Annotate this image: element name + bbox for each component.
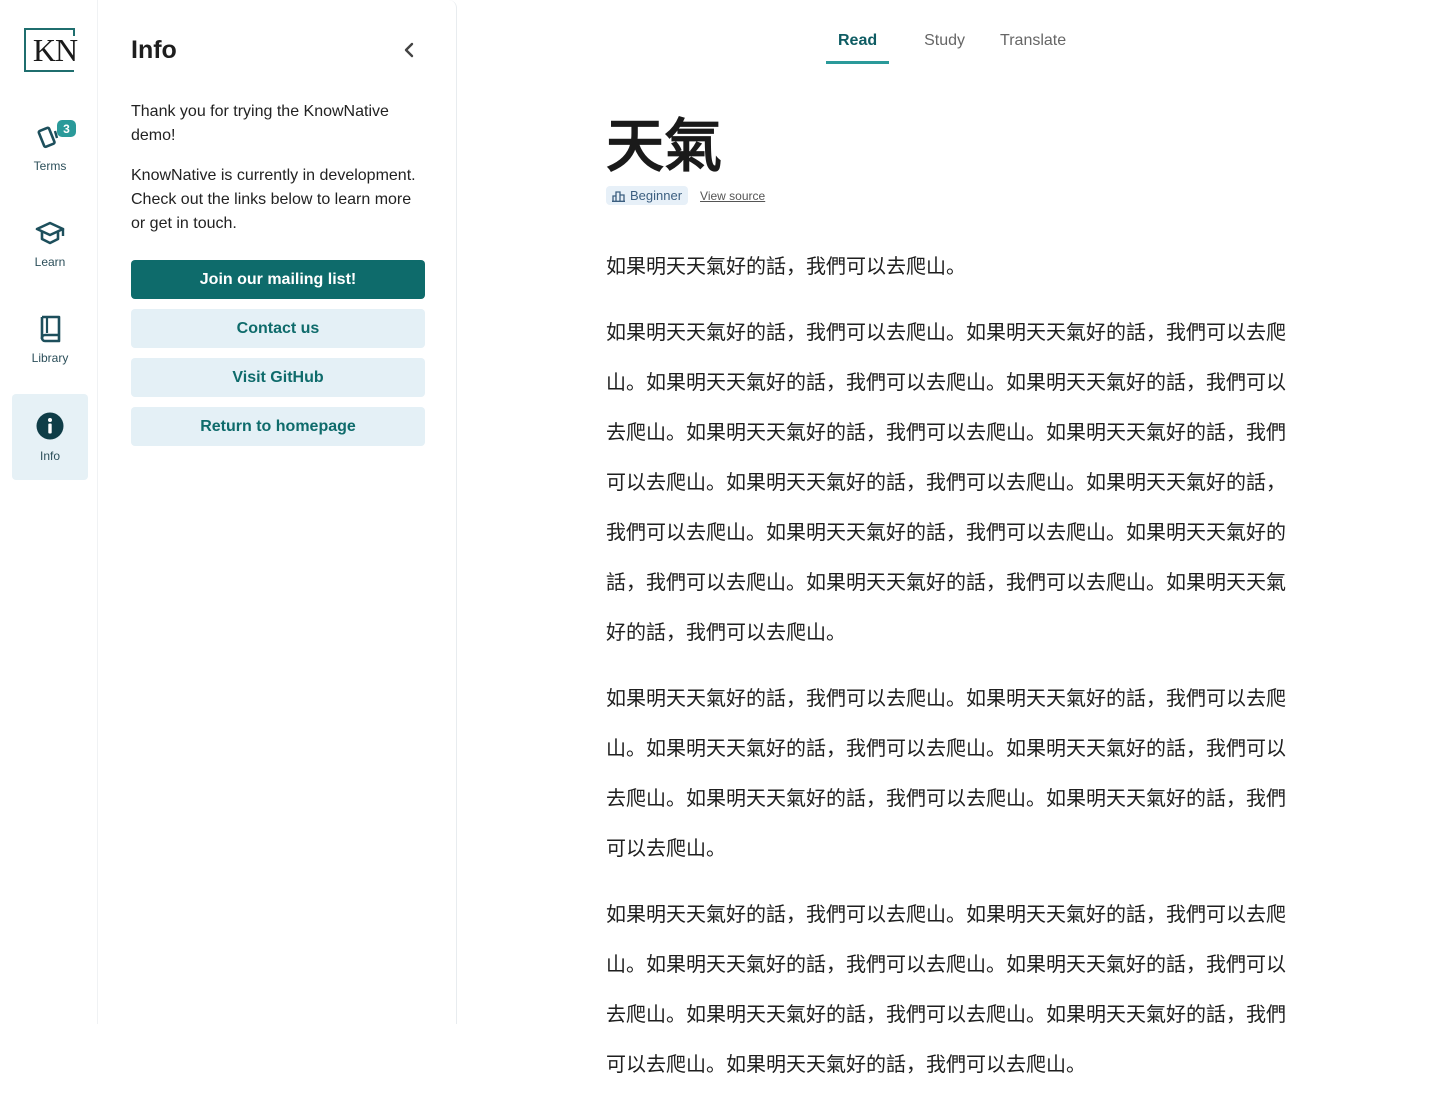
sidebar-rail: KN 3 Terms Learn Library Info bbox=[0, 0, 98, 1024]
tab-study[interactable]: Study bbox=[924, 28, 965, 64]
contact-us-button[interactable]: Contact us bbox=[131, 309, 425, 348]
intro-text: Thank you for trying the KnowNative demo… bbox=[131, 103, 389, 144]
article-title: 天氣 bbox=[606, 114, 723, 179]
sidebar-item-terms[interactable]: 3 Terms bbox=[12, 104, 88, 190]
graduation-cap-icon bbox=[35, 221, 65, 245]
visit-github-button[interactable]: Visit GitHub bbox=[131, 358, 425, 397]
article-paragraph: 如果明天天氣好的話，我們可以去爬山。如果明天天氣好的話，我們可以去爬山。如果明天… bbox=[606, 904, 1286, 1076]
level-badge: Beginner bbox=[606, 186, 689, 205]
book-icon bbox=[40, 315, 61, 343]
bar-chart-icon bbox=[612, 190, 625, 202]
info-icon bbox=[36, 412, 64, 440]
return-to-homepage-button[interactable]: Return to homepage bbox=[131, 407, 425, 446]
collapse-panel-chevron-left-icon[interactable] bbox=[399, 40, 419, 60]
terms-count-badge: 3 bbox=[57, 120, 76, 137]
article-meta: Beginner View source bbox=[606, 186, 765, 205]
tab-translate[interactable]: Translate bbox=[1000, 28, 1066, 64]
tab-read[interactable]: Read bbox=[826, 28, 890, 64]
article-paragraph: 如果明天天氣好的話，我們可以去爬山。 bbox=[606, 256, 966, 278]
join-mailing-list-button[interactable]: Join our mailing list! bbox=[131, 260, 425, 299]
view-source-link[interactable]: View source bbox=[700, 189, 765, 203]
article-paragraph: 如果明天天氣好的話，我們可以去爬山。如果明天天氣好的話，我們可以去爬山。如果明天… bbox=[606, 322, 1286, 644]
sidebar-item-library[interactable]: Library bbox=[12, 296, 88, 382]
article-paragraph: 如果明天天氣好的話，我們可以去爬山。如果明天天氣好的話，我們可以去爬山。如果明天… bbox=[606, 688, 1286, 860]
article-body: 如果明天天氣好的話，我們可以去爬山。 如果明天天氣好的話，我們可以去爬山。如果明… bbox=[606, 242, 1290, 1106]
sidebar-item-info[interactable]: Info bbox=[12, 394, 88, 480]
sidebar-item-learn[interactable]: Learn bbox=[12, 200, 88, 286]
info-panel: Info Thank you for trying the KnowNative… bbox=[99, 0, 457, 1024]
reader-tabs: Read Study Translate bbox=[826, 28, 1101, 64]
knownative-logo[interactable]: KN bbox=[24, 28, 78, 72]
development-text: KnowNative is currently in development. … bbox=[131, 167, 416, 232]
panel-title: Info bbox=[131, 36, 177, 64]
